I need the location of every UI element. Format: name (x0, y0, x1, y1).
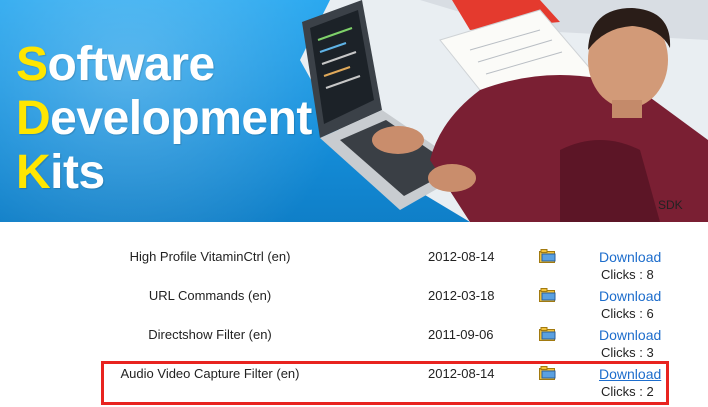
download-date: 2011-09-06 (428, 327, 494, 342)
download-name: Audio Video Capture Filter (en) (120, 366, 300, 381)
banner-corner-label: SDK (658, 198, 683, 212)
title-line-software: Software (16, 38, 312, 92)
title-rest: evelopment (50, 92, 312, 145)
sdk-banner: Software Development Kits SDK (0, 0, 708, 222)
table-row: High Profile VitaminCtrl (en) 2012-08-14… (0, 249, 708, 289)
click-count: Clicks : 3 (601, 345, 654, 360)
folder-icon[interactable] (539, 366, 557, 381)
folder-icon[interactable] (539, 288, 557, 303)
table-row: URL Commands (en) 2012-03-18 Download Cl… (0, 288, 708, 328)
title-line-kits: Kits (16, 146, 312, 200)
download-date: 2012-03-18 (428, 288, 495, 303)
title-line-development: Development (16, 92, 312, 146)
banner-title: Software Development Kits (16, 38, 312, 200)
title-cap: S (16, 38, 48, 91)
folder-icon[interactable] (539, 249, 557, 264)
folder-icon[interactable] (539, 327, 557, 342)
download-link[interactable]: Download (599, 249, 661, 265)
click-count: Clicks : 6 (601, 306, 654, 321)
click-count: Clicks : 8 (601, 267, 654, 282)
download-name: High Profile VitaminCtrl (en) (129, 249, 291, 264)
download-link[interactable]: Download (599, 288, 661, 304)
title-cap: K (16, 146, 51, 199)
download-date: 2012-08-14 (428, 249, 495, 264)
download-name: URL Commands (en) (148, 288, 272, 303)
table-row-highlighted: Audio Video Capture Filter (en) 2012-08-… (0, 366, 708, 406)
title-cap: D (16, 92, 51, 145)
download-link[interactable]: Download (599, 366, 661, 382)
download-date: 2012-08-14 (428, 366, 495, 381)
download-name: Directshow Filter (en) (148, 327, 272, 342)
title-rest: oftware (47, 38, 216, 91)
download-link[interactable]: Download (599, 327, 661, 343)
click-count: Clicks : 2 (601, 384, 654, 399)
title-rest: its (50, 146, 105, 199)
